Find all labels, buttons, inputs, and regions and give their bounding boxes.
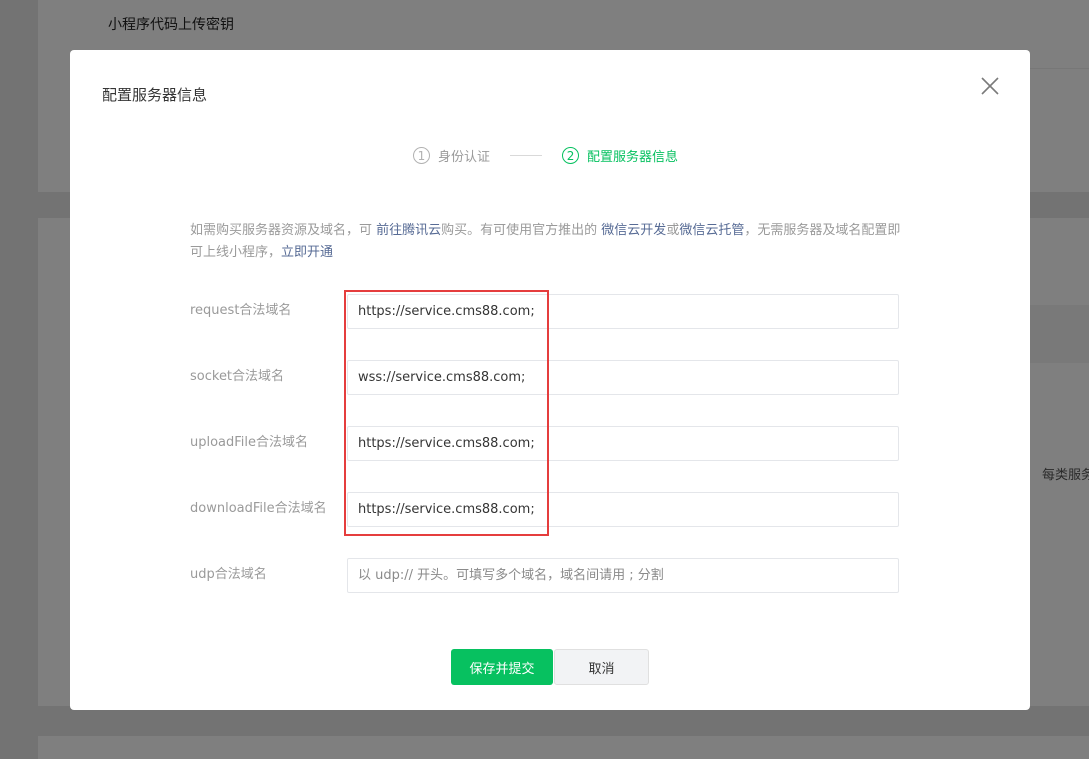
- socket-domain-label: socket合法域名: [190, 369, 285, 384]
- activate-now-link[interactable]: 立即开通: [281, 245, 333, 260]
- wechat-cloud-dev-link[interactable]: 微信云开发: [601, 223, 666, 238]
- tencent-cloud-link[interactable]: 前往腾讯云: [376, 223, 441, 238]
- dialog-title: 配置服务器信息: [102, 86, 208, 104]
- request-domain-label: request合法域名: [190, 303, 292, 318]
- hint-text: 或: [666, 223, 680, 238]
- download-file-domain-label: downloadFile合法域名: [190, 501, 327, 516]
- close-button[interactable]: [978, 74, 1002, 98]
- step-connector: [510, 155, 543, 156]
- hint-text: 如需购买服务器资源及域名，可: [190, 223, 377, 238]
- socket-domain-input[interactable]: [347, 360, 899, 395]
- step-number: 2: [562, 147, 580, 164]
- wechat-cloud-hosting-link[interactable]: 微信云托管: [679, 223, 744, 238]
- step-server-config: 2 配置服务器信息: [562, 146, 678, 165]
- close-icon: [981, 77, 999, 95]
- hint-text: 购买。有可使用官方推出的: [441, 223, 602, 238]
- upload-file-domain-input[interactable]: [347, 426, 899, 461]
- udp-domain-label: udp合法域名: [190, 567, 267, 582]
- udp-domain-input[interactable]: [347, 558, 899, 593]
- request-domain-input[interactable]: [347, 294, 899, 329]
- upload-file-domain-label: uploadFile合法域名: [190, 435, 309, 450]
- step-label: 配置服务器信息: [587, 150, 679, 165]
- configure-server-dialog: 配置服务器信息 1 身份认证 2 配置服务器信息 如需购买服务器资源及域名，可 …: [70, 50, 1030, 710]
- step-indicator: 1 身份认证 2 配置服务器信息: [413, 146, 678, 165]
- save-and-submit-button[interactable]: 保存并提交: [451, 649, 553, 685]
- cancel-button[interactable]: 取消: [554, 649, 649, 685]
- download-file-domain-input[interactable]: [347, 492, 899, 527]
- step-label: 身份认证: [438, 150, 491, 165]
- step-identity: 1 身份认证: [413, 146, 490, 165]
- purchase-hint: 如需购买服务器资源及域名，可 前往腾讯云购买。有可使用官方推出的 微信云开发或微…: [190, 220, 902, 264]
- step-number: 1: [413, 147, 430, 164]
